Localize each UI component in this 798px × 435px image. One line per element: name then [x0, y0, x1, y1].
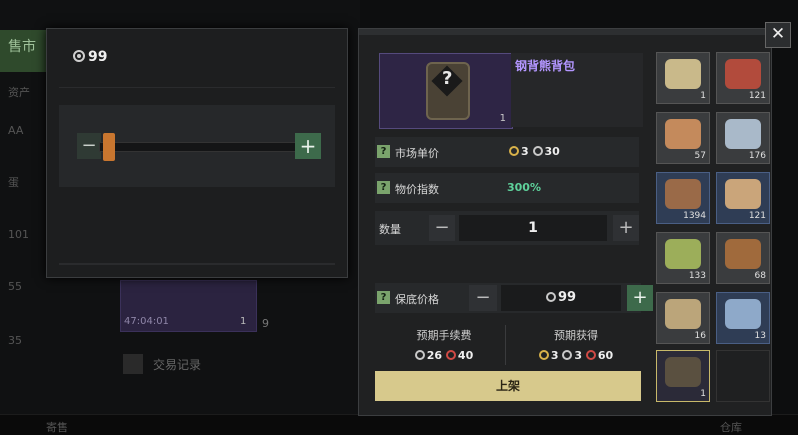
market-price-value: 3 30 — [509, 145, 560, 158]
price-index-label: 物价指数 — [395, 183, 439, 196]
red-coin-icon — [585, 350, 596, 360]
fee-block: 预期手续费 26 40 — [379, 327, 509, 362]
bottom-tab-consign[interactable]: 寄售 — [46, 419, 68, 435]
slider-handle[interactable] — [103, 133, 115, 161]
item-qty: 1 — [499, 113, 506, 124]
coin-icon — [73, 50, 85, 62]
stone-icon — [665, 299, 701, 329]
berry-icon — [725, 59, 761, 89]
quantity-label: 数量 — [379, 223, 401, 236]
trade-record-button[interactable]: 交易记录 — [115, 350, 245, 380]
trade-record-label: 交易记录 — [153, 358, 202, 372]
help-icon[interactable]: ? — [377, 181, 390, 194]
inventory-slot[interactable]: 57 — [656, 112, 710, 164]
divider — [59, 87, 335, 88]
divider — [59, 263, 335, 265]
inventory-slot[interactable]: 16 — [656, 292, 710, 344]
inventory-slot[interactable]: 68 — [716, 232, 770, 284]
quantity-minus-button[interactable]: − — [429, 215, 455, 241]
guarantee-price-input[interactable]: 99 — [501, 285, 621, 311]
slider-plus-button[interactable]: + — [295, 133, 321, 159]
popup-price: 99 — [73, 49, 107, 65]
horn-icon — [725, 179, 761, 209]
item-thumbnail: ? 1 — [379, 53, 513, 129]
side-label: AA — [8, 124, 24, 137]
price-popup: 99 − + — [46, 28, 348, 278]
help-icon[interactable]: ? — [377, 291, 390, 304]
quantity-row: 数量 − 1 + — [375, 211, 639, 245]
gold-coin-icon — [538, 350, 549, 360]
list-item-button[interactable]: 上架 — [375, 371, 641, 401]
inventory-slot-empty[interactable] — [716, 350, 770, 402]
divider — [505, 325, 506, 365]
listed-item-price: 9 — [262, 317, 269, 330]
silver-coin-icon — [414, 350, 425, 360]
inventory-slot[interactable]: 1 — [656, 52, 710, 104]
dialog-topbar — [359, 29, 771, 35]
guarantee-price-label: 保底价格 — [395, 293, 439, 306]
canister-icon — [725, 299, 761, 329]
price-index-row: ? 物价指数 300% — [375, 173, 639, 203]
guarantee-minus-button[interactable]: − — [469, 285, 497, 311]
quantity-input[interactable]: 1 — [459, 215, 607, 241]
side-label: 101 — [8, 228, 29, 241]
inventory-slot[interactable]: 1394 — [656, 172, 710, 224]
close-button[interactable]: ✕ — [765, 22, 791, 48]
price-index-value: 300% — [507, 181, 541, 194]
price-slider-panel: − + — [59, 105, 335, 187]
slider-minus-button[interactable]: − — [77, 133, 101, 159]
guarantee-plus-button[interactable]: + — [627, 285, 653, 311]
silver-coin-icon — [545, 292, 556, 302]
side-label: 35 — [8, 334, 22, 347]
copper-ore-icon — [665, 119, 701, 149]
listed-item-time: 47:04:01 — [124, 316, 169, 327]
help-icon[interactable]: ? — [377, 145, 390, 158]
bottom-bar: 寄售 仓库 — [0, 414, 798, 435]
inventory-slot[interactable]: 133 — [656, 232, 710, 284]
gain-block: 预期获得 3 3 60 — [511, 327, 641, 362]
item-name: 钢背熊背包 — [515, 59, 576, 73]
side-label: 55 — [8, 280, 22, 293]
gold-ore-icon — [665, 59, 701, 89]
slider-track[interactable] — [99, 142, 301, 152]
market-price-row: ? 市场单价 3 30 — [375, 137, 639, 167]
basket-icon — [665, 179, 701, 209]
crystal-ore-icon — [725, 119, 761, 149]
market-tab[interactable]: 售市 — [0, 30, 46, 72]
gold-coin-icon — [509, 146, 519, 156]
silver-coin-icon — [562, 350, 573, 360]
listed-item-qty: 1 — [240, 316, 247, 327]
fee-value: 26 40 — [379, 349, 509, 362]
root-icon — [725, 239, 761, 269]
market-price-label: 市场单价 — [395, 147, 439, 160]
record-icon — [123, 354, 143, 374]
inventory-slot[interactable]: 121 — [716, 52, 770, 104]
inventory-slot-selected[interactable]: 1 — [656, 350, 710, 402]
inventory-slot[interactable]: 176 — [716, 112, 770, 164]
side-label: 资产 — [8, 86, 30, 99]
gain-value: 3 3 60 — [511, 349, 641, 362]
herb-icon — [665, 239, 701, 269]
inventory-slot[interactable]: 121 — [716, 172, 770, 224]
fee-label: 预期手续费 — [416, 329, 472, 342]
side-label: 蛋 — [8, 176, 19, 189]
red-coin-icon — [445, 350, 456, 360]
quantity-plus-button[interactable]: + — [613, 215, 639, 241]
inventory-slot[interactable]: 13 — [716, 292, 770, 344]
guarantee-price-row: ? 保底价格 − 99 + — [375, 283, 653, 313]
inventory-grid: 1 121 57 176 1394 121 133 68 16 13 1 — [656, 52, 774, 406]
silver-coin-icon — [532, 146, 543, 156]
backpack-icon — [665, 357, 701, 387]
gain-label: 预期获得 — [554, 329, 598, 342]
bottom-tab-storage[interactable]: 仓库 — [720, 419, 742, 435]
